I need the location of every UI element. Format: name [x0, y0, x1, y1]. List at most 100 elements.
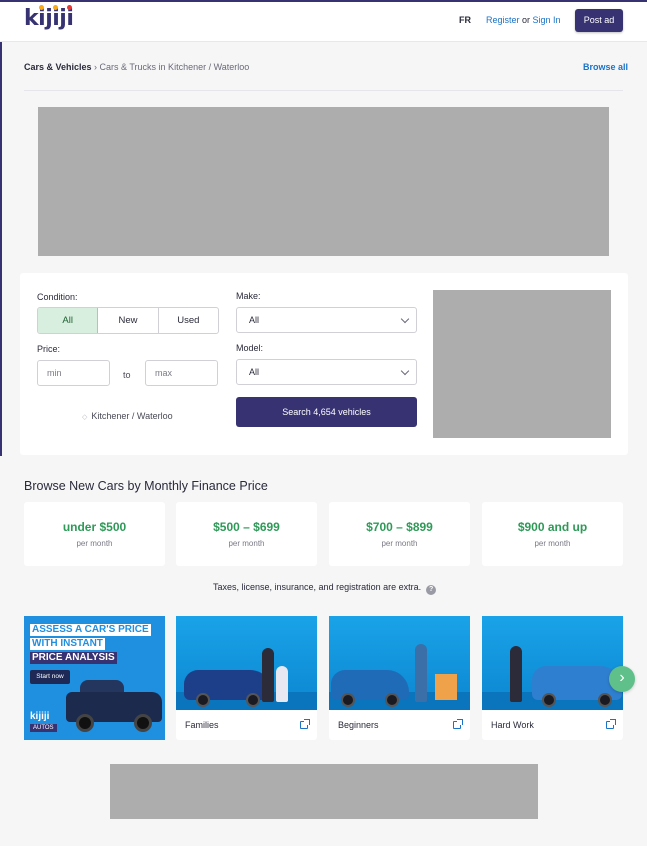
- finance-card-price: $700 – $899: [366, 520, 433, 534]
- price-to-text: to: [123, 370, 131, 380]
- top-ad-placeholder[interactable]: [38, 107, 609, 256]
- language-toggle[interactable]: FR: [459, 15, 471, 25]
- person-illustration: [262, 648, 274, 702]
- truck-wheel-icon: [134, 714, 152, 732]
- carousel-next-button[interactable]: ›: [609, 666, 635, 692]
- price-min-input[interactable]: min: [37, 360, 110, 386]
- category-image: [482, 616, 623, 710]
- chevron-down-icon: [400, 366, 410, 376]
- boxes-illustration: [435, 674, 457, 700]
- breadcrumb-current: Cars & Trucks in Kitchener / Waterloo: [99, 62, 250, 72]
- wheel-icon: [341, 693, 355, 707]
- truck-wheel-icon: [76, 714, 94, 732]
- category-card-hard-work[interactable]: Hard Work: [482, 616, 623, 740]
- help-icon[interactable]: ?: [426, 585, 437, 595]
- promo-headline-3: PRICE ANALYSIS: [30, 652, 117, 664]
- finance-card-500-699[interactable]: $500 – $699 per month: [176, 502, 317, 566]
- condition-label: Condition:: [37, 292, 78, 302]
- finance-card-under-500[interactable]: under $500 per month: [24, 502, 165, 566]
- wheel-icon: [385, 693, 399, 707]
- model-select-value: All: [249, 367, 260, 377]
- chevron-down-icon: [400, 314, 410, 324]
- breadcrumb-separator-icon: ›: [91, 62, 100, 72]
- finance-card-price: $900 and up: [517, 520, 588, 534]
- page-edge-divider: [0, 42, 2, 456]
- price-max-input[interactable]: max: [145, 360, 218, 386]
- location-pin-icon: ◇: [82, 414, 88, 421]
- logo-dot-icon: [67, 5, 73, 10]
- category-card-beginners[interactable]: Beginners: [329, 616, 470, 740]
- finance-card-period: per month: [534, 539, 571, 548]
- hatchback-illustration: [331, 670, 409, 707]
- logo-letter: k: [24, 6, 39, 31]
- logo-dot-icon: [53, 5, 59, 10]
- breadcrumb: Cars & Vehicles › Cars & Trucks in Kitch…: [24, 62, 249, 72]
- sign-in-link[interactable]: Sign In: [533, 15, 561, 25]
- model-select[interactable]: All: [236, 359, 417, 385]
- model-label: Model:: [236, 343, 264, 353]
- finance-card-price: $500 – $699: [213, 520, 280, 534]
- category-label: Beginners: [338, 720, 379, 730]
- external-link-icon: [453, 719, 463, 729]
- post-ad-button[interactable]: Post ad: [575, 9, 623, 32]
- wheel-icon: [598, 693, 612, 707]
- finance-card-period: per month: [76, 539, 113, 548]
- location-text: Kitchener / Waterloo: [91, 411, 173, 421]
- promo-start-now-button[interactable]: Start now: [30, 670, 70, 684]
- promo-headline-1: ASSESS A CAR'S PRICE: [30, 624, 151, 636]
- make-label: Make:: [236, 291, 261, 301]
- finance-disclaimer-text: Taxes, license, insurance, and registrat…: [213, 582, 422, 592]
- breadcrumb-root-link[interactable]: Cars & Vehicles: [24, 62, 92, 72]
- person-illustration: [510, 646, 522, 702]
- promo-headline-2: WITH INSTANT: [30, 638, 105, 650]
- price-analysis-promo-card[interactable]: ASSESS A CAR'S PRICE WITH INSTANT PRICE …: [24, 616, 165, 740]
- location-selector[interactable]: ◇ Kitchener / Waterloo: [82, 411, 173, 421]
- category-label: Hard Work: [491, 720, 534, 730]
- finance-card-price: under $500: [62, 520, 127, 534]
- wheel-icon: [542, 693, 556, 707]
- condition-segmented-control: All New Used: [37, 307, 219, 334]
- side-ad-placeholder[interactable]: [433, 290, 611, 438]
- wheel-icon: [196, 693, 210, 707]
- finance-card-700-899[interactable]: $700 – $899 per month: [329, 502, 470, 566]
- finance-section-title: Browse New Cars by Monthly Finance Price: [24, 479, 268, 493]
- category-image: [176, 616, 317, 710]
- auth-links: Register or Sign In: [486, 15, 561, 25]
- logo-letter: j: [45, 6, 53, 31]
- person-illustration: [415, 644, 427, 702]
- finance-card-period: per month: [228, 539, 265, 548]
- condition-new-button[interactable]: New: [98, 308, 159, 333]
- browse-all-link[interactable]: Browse all: [583, 62, 628, 72]
- price-label: Price:: [37, 344, 61, 354]
- logo-dot-icon: [39, 5, 45, 10]
- kijiji-autos-sub-logo: AUTOS: [30, 724, 57, 732]
- search-vehicles-button[interactable]: Search 4,654 vehicles: [236, 397, 417, 427]
- logo-letter: i: [38, 5, 46, 31]
- category-card-families[interactable]: Families: [176, 616, 317, 740]
- minivan-illustration: [184, 670, 272, 707]
- chevron-right-icon: ›: [619, 669, 625, 686]
- external-link-icon: [300, 719, 310, 729]
- condition-all-button[interactable]: All: [38, 308, 99, 333]
- pickup-truck-illustration: [532, 666, 622, 707]
- external-link-icon: [606, 719, 616, 729]
- section-divider: [24, 90, 623, 91]
- make-select[interactable]: All: [236, 307, 417, 333]
- logo-letter: i: [52, 5, 60, 31]
- finance-disclaimer: Taxes, license, insurance, and registrat…: [213, 582, 437, 595]
- kijiji-logo[interactable]: ki ji ji: [24, 5, 74, 36]
- child-illustration: [276, 666, 288, 702]
- category-image: [329, 616, 470, 710]
- bottom-ad-placeholder[interactable]: [110, 764, 538, 819]
- logo-letter: i: [66, 5, 74, 31]
- finance-card-900-up[interactable]: $900 and up per month: [482, 502, 623, 566]
- condition-used-button[interactable]: Used: [159, 308, 218, 333]
- kijiji-autos-logo: kijiji: [30, 711, 50, 722]
- top-navigation-bar: ki ji ji FR Register or Sign In Post ad: [0, 0, 647, 42]
- category-label: Families: [185, 720, 219, 730]
- make-select-value: All: [249, 315, 260, 325]
- auth-or-text: or: [519, 15, 533, 25]
- register-link[interactable]: Register: [486, 15, 520, 25]
- finance-card-period: per month: [381, 539, 418, 548]
- wheel-icon: [246, 693, 260, 707]
